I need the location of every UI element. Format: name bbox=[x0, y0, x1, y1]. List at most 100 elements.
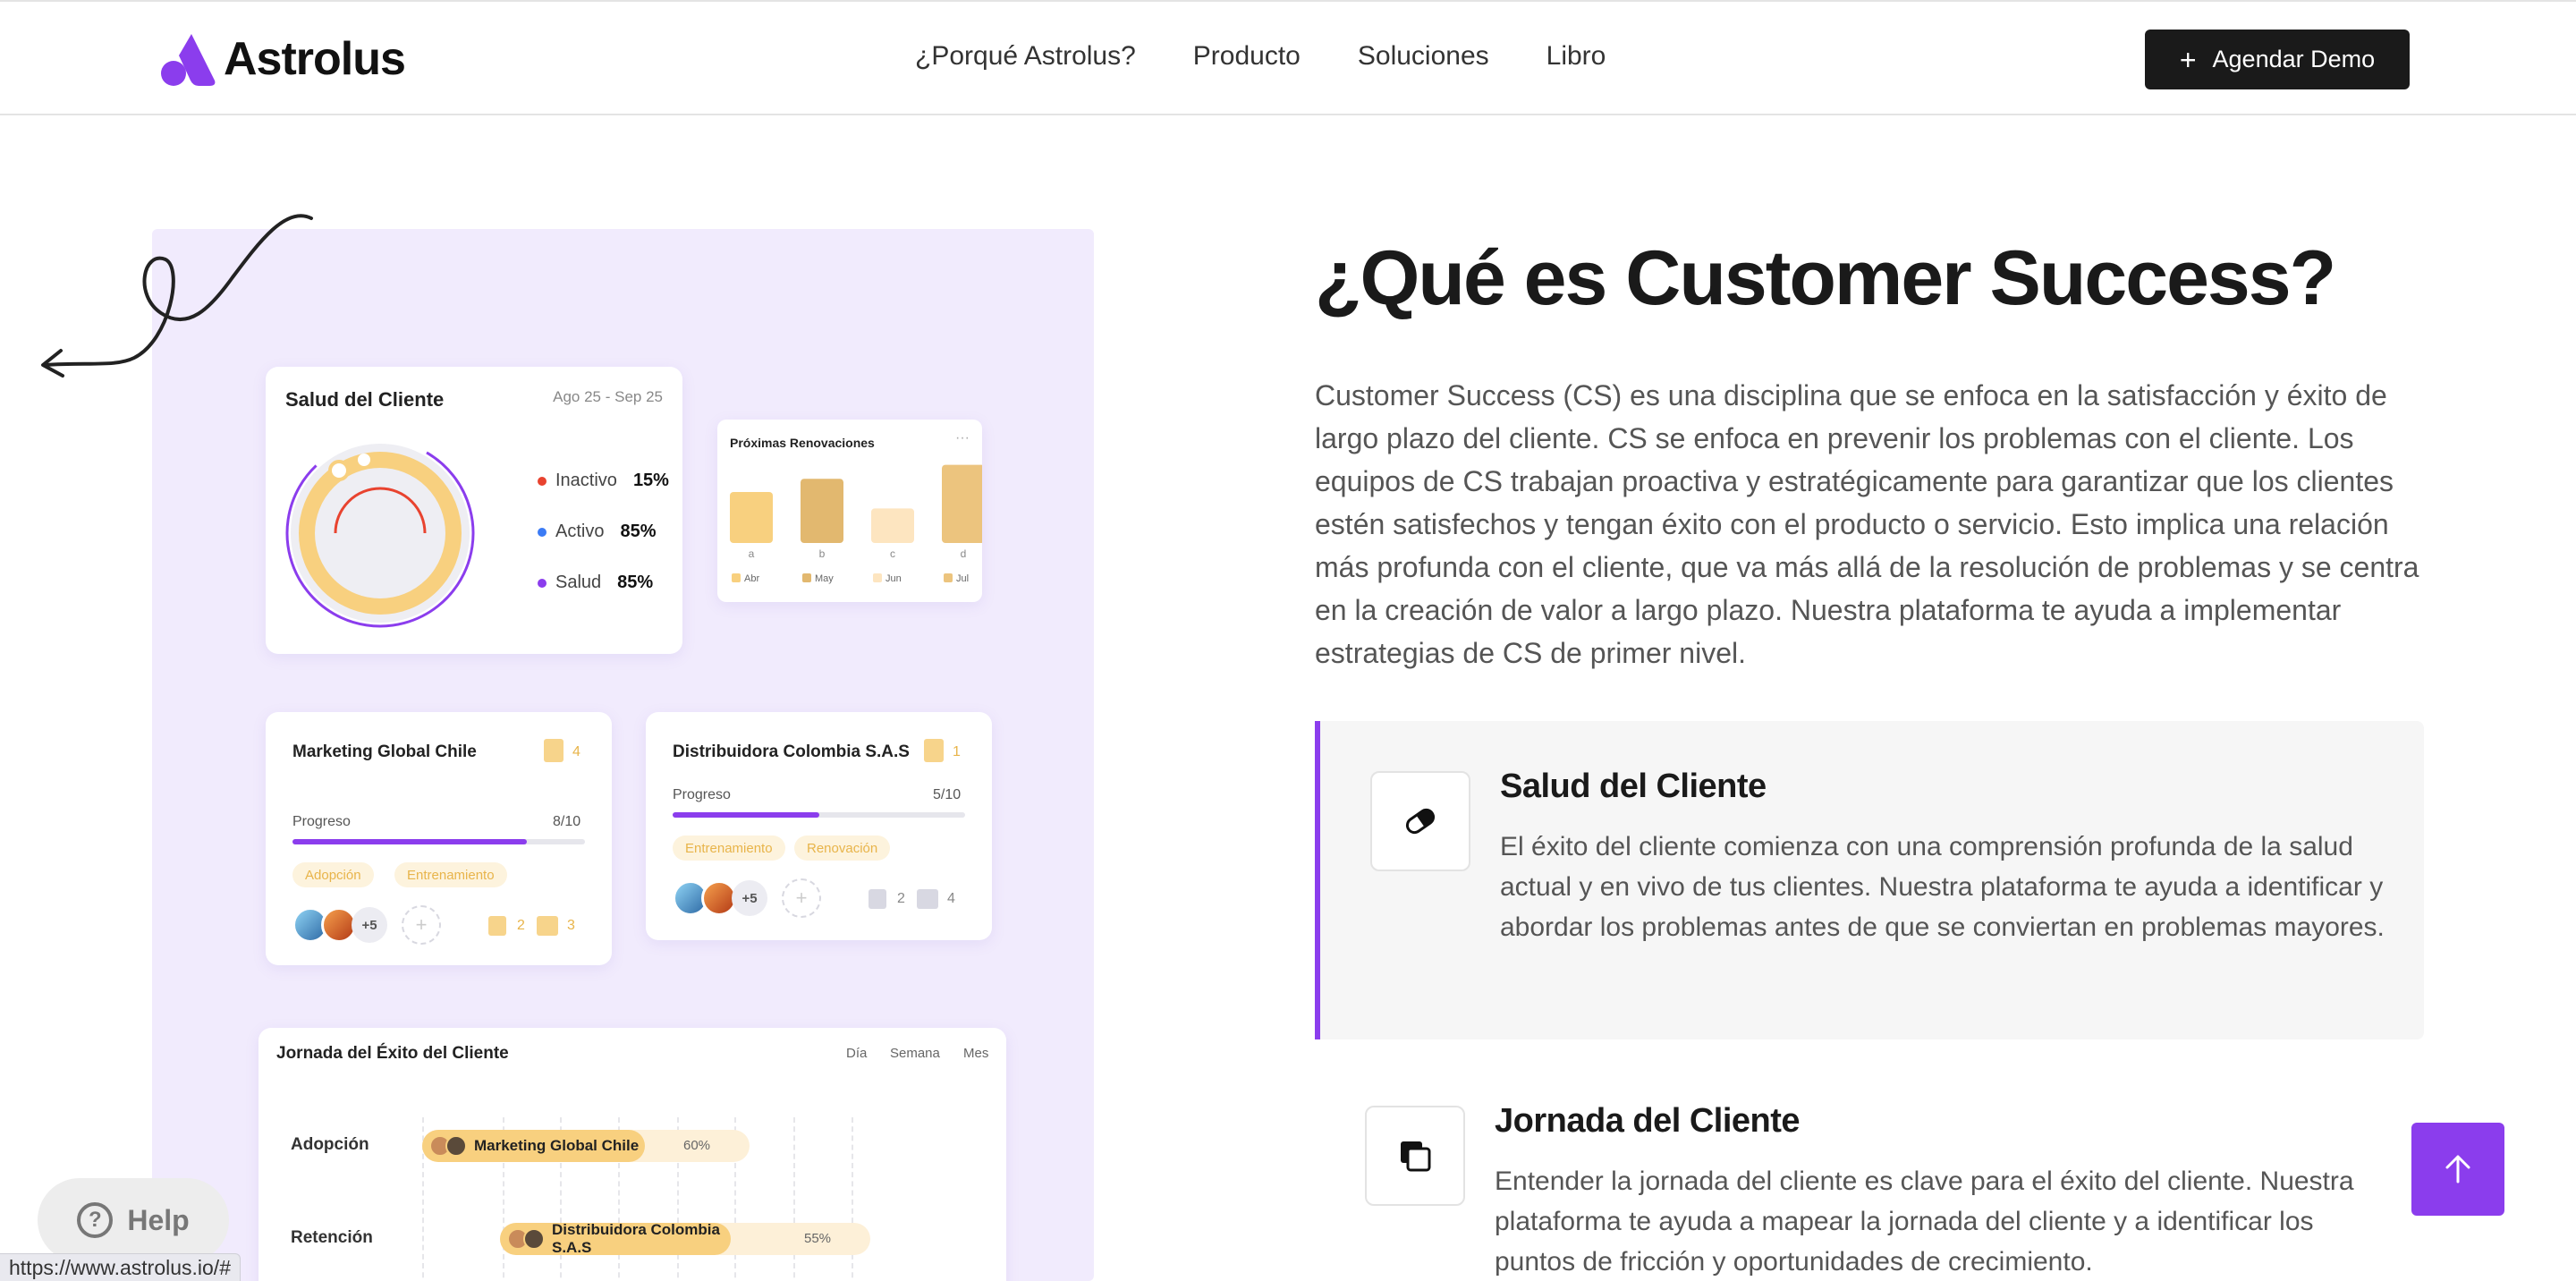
active-dot bbox=[538, 527, 547, 537]
progress-fill bbox=[673, 812, 819, 818]
status-bar-url: https://www.astrolus.io/# bbox=[0, 1253, 241, 1281]
renewals-bar-chart: a Abr b May c Jun d Jul bbox=[730, 464, 982, 584]
renewal-legend-swatch bbox=[873, 573, 882, 582]
journey-title: Jornada del Éxito del Cliente bbox=[276, 1044, 509, 1063]
page: Astrolus ¿Porqué Astrolus? Producto Solu… bbox=[0, 0, 2576, 1281]
journey-stage-label: Adopción bbox=[291, 1135, 369, 1154]
file-icon bbox=[488, 916, 506, 936]
question-icon: ? bbox=[77, 1202, 114, 1238]
nav-why-astrolus[interactable]: ¿Porqué Astrolus? bbox=[915, 41, 1136, 72]
add-member-icon[interactable]: + bbox=[402, 905, 441, 945]
tag: Entrenamiento bbox=[394, 862, 507, 887]
renewal-bar bbox=[730, 491, 773, 543]
document-count: 4 bbox=[572, 744, 580, 759]
nav-solutions[interactable]: Soluciones bbox=[1358, 41, 1489, 72]
renewal-legend-label: Jun bbox=[886, 573, 902, 584]
nav-product[interactable]: Producto bbox=[1193, 41, 1301, 72]
logo[interactable]: Astrolus bbox=[157, 29, 406, 89]
legend-active: Activo 85% bbox=[538, 522, 657, 542]
renewal-bar bbox=[942, 464, 982, 543]
tab-week[interactable]: Semana bbox=[890, 1046, 940, 1061]
customer-health-card: Salud del Cliente Ago 25 - Sep 25 Inacti… bbox=[266, 367, 682, 654]
renewal-legend-swatch bbox=[732, 573, 741, 582]
health-donut-chart bbox=[285, 438, 475, 628]
add-member-icon[interactable]: + bbox=[782, 878, 821, 918]
project-name: Marketing Global Chile bbox=[292, 742, 477, 761]
site-header: Astrolus ¿Porqué Astrolus? Producto Solu… bbox=[0, 0, 2576, 115]
feature-description: Entender la jornada del cliente es clave… bbox=[1495, 1166, 2354, 1277]
journey-client-name: Marketing Global Chile bbox=[474, 1137, 640, 1154]
legend-label: Inactivo bbox=[555, 471, 617, 490]
renewals-title: Próximas Renovaciones bbox=[730, 436, 875, 450]
document-count: 1 bbox=[953, 744, 961, 759]
legend-health: Salud 85% bbox=[538, 573, 653, 593]
file-count: 2 bbox=[517, 918, 525, 933]
legend-inactive: Inactivo 15% bbox=[538, 471, 669, 491]
more-members[interactable]: +5 bbox=[732, 880, 767, 916]
nav-book[interactable]: Libro bbox=[1546, 41, 1606, 72]
help-button[interactable]: ? Help bbox=[38, 1178, 229, 1262]
feature-customer-journey[interactable]: Jornada del Cliente Entender la jornada … bbox=[1315, 1056, 2424, 1281]
logo-text: Astrolus bbox=[224, 33, 406, 85]
renewal-tick-label: d bbox=[961, 547, 967, 560]
file-count: 2 bbox=[897, 891, 905, 906]
journey-percent: 60% bbox=[683, 1138, 711, 1153]
arrow-up-icon bbox=[2445, 1155, 2470, 1183]
pill-icon bbox=[1370, 771, 1470, 871]
journey-stage-label: Retención bbox=[291, 1228, 373, 1247]
grid-line bbox=[852, 1117, 853, 1281]
plus-icon: + bbox=[2179, 43, 2197, 76]
customer-journey-card: Jornada del Éxito del Cliente Día Semana… bbox=[258, 1028, 1006, 1281]
comment-count: 3 bbox=[567, 918, 575, 933]
avatar bbox=[523, 1228, 545, 1250]
scroll-to-top-button[interactable] bbox=[2411, 1123, 2504, 1216]
renewal-tick-label: a bbox=[749, 547, 755, 560]
project-name: Distribuidora Colombia S.A.S bbox=[673, 742, 910, 761]
comment-icon bbox=[537, 916, 558, 936]
feature-title: Salud del Cliente bbox=[1500, 768, 1767, 805]
upcoming-renewals-card: Próximas Renovaciones ··· a Abr b May c Jun d J… bbox=[717, 420, 982, 602]
progress-label: Progreso bbox=[292, 814, 351, 829]
renewal-legend-label: Jul bbox=[956, 573, 969, 584]
feature-title: Jornada del Cliente bbox=[1495, 1102, 1801, 1140]
progress-value: 8/10 bbox=[553, 814, 581, 829]
health-dot bbox=[538, 578, 547, 588]
legend-label: Activo bbox=[555, 522, 605, 541]
feature-description: El éxito del cliente comienza con una co… bbox=[1500, 832, 2385, 942]
tab-day[interactable]: Día bbox=[846, 1046, 867, 1061]
intro-paragraph: Customer Success (CS) es una disciplina … bbox=[1315, 379, 2419, 669]
progress-label: Progreso bbox=[673, 787, 731, 802]
progress-track bbox=[292, 839, 585, 844]
document-icon bbox=[924, 739, 944, 762]
progress-fill bbox=[292, 839, 527, 844]
legend-value: 85% bbox=[617, 573, 654, 592]
avatar bbox=[445, 1135, 467, 1157]
grid-line bbox=[793, 1117, 795, 1281]
legend-label: Salud bbox=[555, 573, 602, 592]
file-icon bbox=[869, 889, 886, 909]
more-options-icon[interactable]: ··· bbox=[955, 430, 970, 446]
renewal-tick-label: c bbox=[890, 547, 895, 560]
schedule-demo-button[interactable]: + Agendar Demo bbox=[2145, 30, 2410, 89]
tab-month[interactable]: Mes bbox=[963, 1046, 988, 1061]
document-icon bbox=[544, 739, 564, 762]
renewal-legend-label: Abr bbox=[744, 573, 759, 584]
feature-customer-health[interactable]: Salud del Cliente El éxito del cliente c… bbox=[1315, 721, 2424, 1039]
legend-value: 15% bbox=[632, 471, 669, 490]
schedule-demo-label: Agendar Demo bbox=[2212, 46, 2376, 72]
project-card: Distribuidora Colombia S.A.S 1 Progreso … bbox=[646, 712, 992, 940]
layers-icon bbox=[1365, 1106, 1465, 1206]
comment-icon bbox=[917, 889, 938, 909]
journey-percent: 55% bbox=[804, 1231, 832, 1246]
project-card: Marketing Global Chile 4 Progreso 8/10 A… bbox=[266, 712, 612, 965]
progress-value: 5/10 bbox=[933, 787, 962, 802]
renewal-bar bbox=[871, 508, 914, 543]
renewal-legend-label: May bbox=[815, 573, 834, 584]
astrolus-logo-icon bbox=[161, 34, 216, 86]
page-title: ¿Qué es Customer Success? bbox=[1315, 235, 2336, 321]
comment-count: 4 bbox=[947, 891, 955, 906]
arrow-doodle-icon bbox=[41, 214, 313, 378]
tag: Renovación bbox=[794, 836, 891, 861]
more-members[interactable]: +5 bbox=[352, 907, 387, 943]
legend-value: 85% bbox=[620, 522, 657, 541]
